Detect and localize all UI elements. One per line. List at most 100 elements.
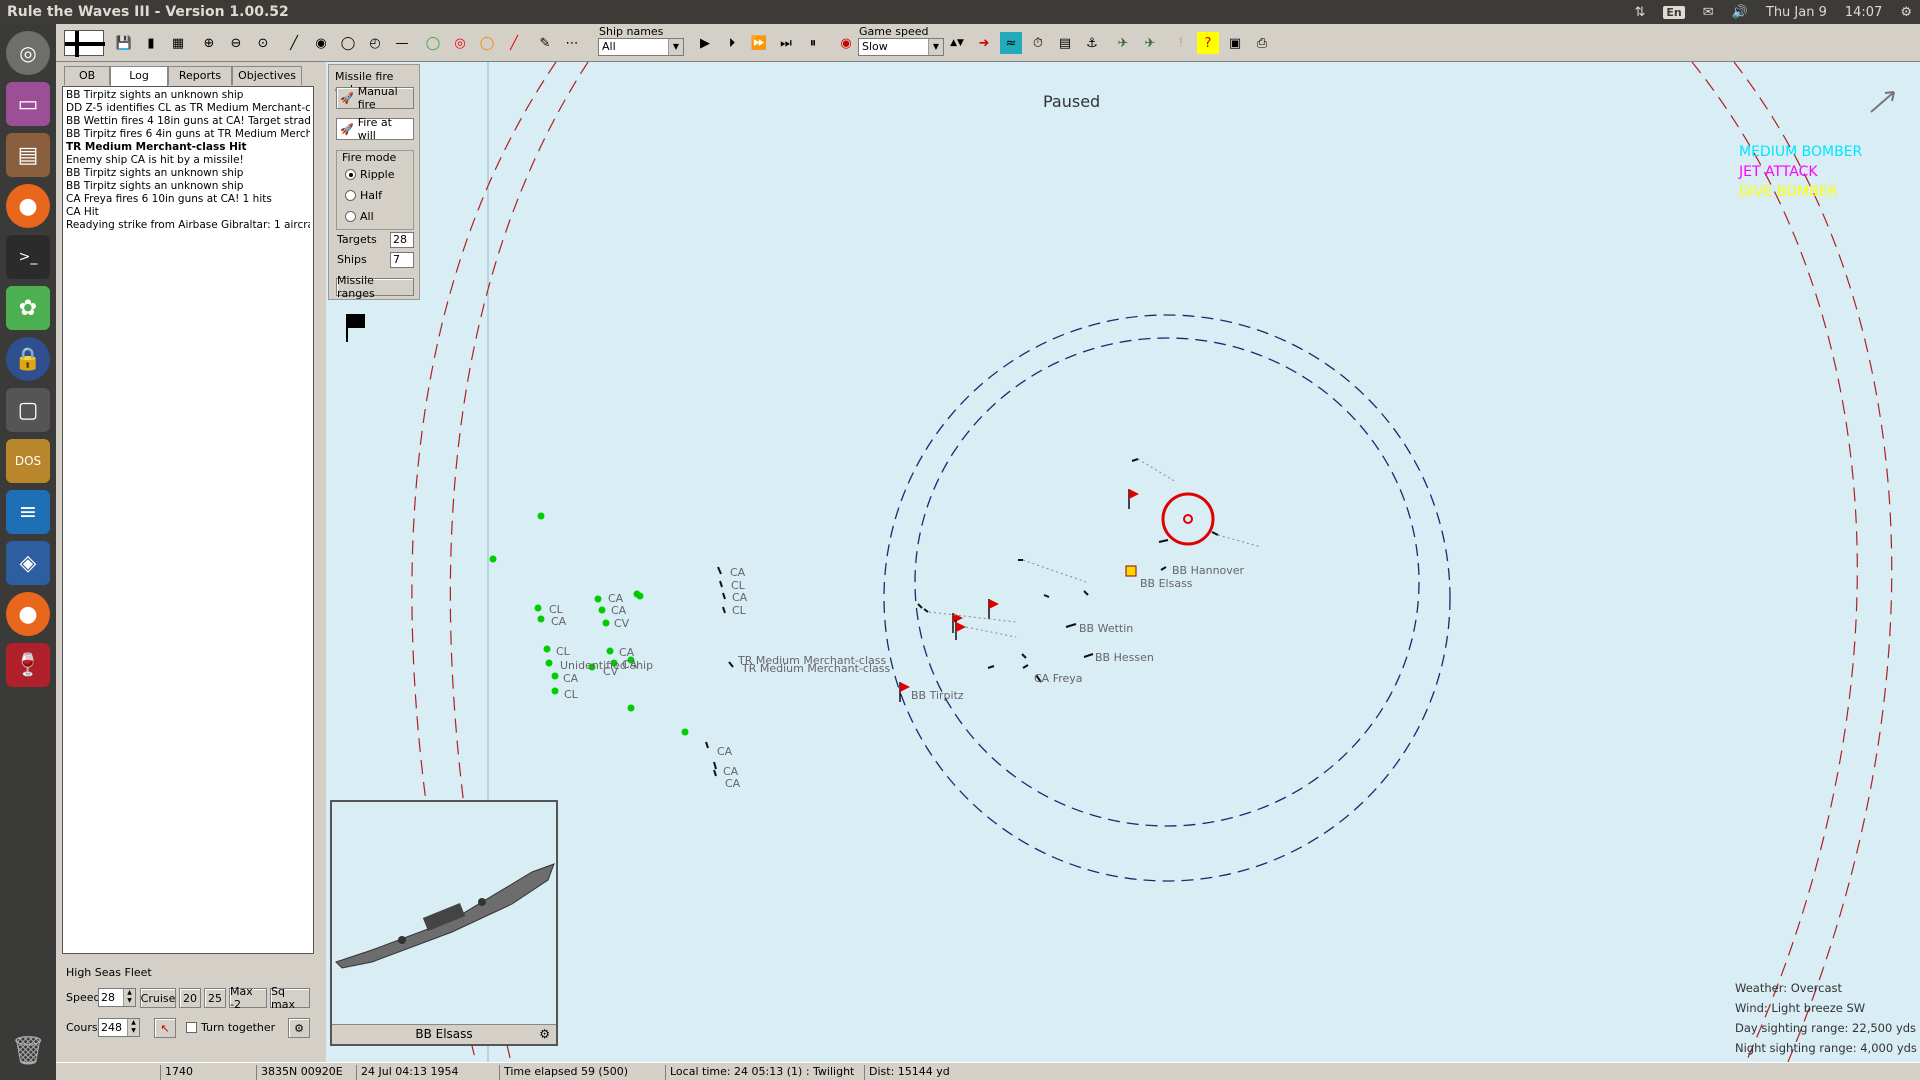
pause-icon[interactable]: ⏸: [801, 31, 825, 55]
tab-objectives[interactable]: Objectives: [232, 66, 302, 85]
status-bar: 1740 3835N 00920E 24 Jul 04:13 1954 Time…: [56, 1062, 1920, 1080]
mail-icon[interactable]: ✉: [1703, 5, 1714, 20]
dots-icon[interactable]: ⋯: [560, 31, 584, 55]
course-cursor-button[interactable]: ↖: [154, 1018, 176, 1038]
speed-label: Speed: [66, 991, 101, 1004]
ship-icon[interactable]: ⚓: [1080, 31, 1104, 55]
sea-view-icon[interactable]: ≈: [999, 31, 1023, 55]
ship-names-value: All: [602, 40, 616, 53]
tab-ob[interactable]: OB: [64, 66, 111, 85]
game-speed-select[interactable]: Slow ▼: [858, 38, 944, 56]
aircraft-icon[interactable]: ✈: [1111, 31, 1135, 55]
checkbox-icon: [186, 1022, 197, 1033]
forward-icon[interactable]: ⏩: [747, 31, 771, 55]
radio-half[interactable]: Half: [345, 189, 382, 202]
fire-at-will-button[interactable]: 🚀 Fire at will: [336, 116, 414, 142]
dosbox-icon[interactable]: DOS: [6, 439, 50, 483]
air-attack-legend: MEDIUM BOMBER JET ATTACK DIVE BOMBER: [1739, 142, 1862, 202]
ship-settings-icon[interactable]: ⚙: [539, 1025, 550, 1044]
tab-log[interactable]: Log: [110, 66, 168, 86]
gear-icon[interactable]: ⚙: [1900, 5, 1912, 20]
timer-icon[interactable]: ◴: [363, 31, 387, 55]
terminal-icon[interactable]: >_: [6, 235, 50, 279]
book-icon[interactable]: ▤: [1053, 31, 1077, 55]
status-position: 3835N 00920E: [256, 1065, 343, 1080]
workspace-icon[interactable]: ▢: [6, 388, 50, 432]
air-settings-icon[interactable]: ✈: [1138, 31, 1162, 55]
enemy-contacts[interactable]: [489, 512, 689, 736]
zoom-out-icon[interactable]: ⊖: [224, 31, 248, 55]
play-icon[interactable]: ▶: [693, 31, 717, 55]
manual-fire-button[interactable]: 🚀 Manual fire: [336, 85, 414, 111]
files-icon[interactable]: ▤: [6, 133, 50, 177]
system-tray: ⇅ En ✉ 🔊 Thu Jan 9 14:07 ⚙: [1635, 0, 1912, 24]
network-icon[interactable]: ⇅: [1635, 5, 1646, 20]
ship-view-panel: BB Elsass ⚙: [330, 800, 558, 1046]
settings-gear-button[interactable]: ⚙: [288, 1018, 310, 1038]
pen-icon[interactable]: ✎: [533, 31, 557, 55]
status-1740: 1740: [160, 1065, 193, 1080]
legend-jet-attack: JET ATTACK: [1739, 164, 1818, 180]
missile-panel: Missile fire orders 🚀Manual fire 🚀Fire a…: [328, 64, 420, 300]
help-icon[interactable]: ?: [1196, 31, 1220, 55]
clock-time[interactable]: 14:07: [1845, 5, 1882, 20]
missile-ranges-button[interactable]: Missile ranges: [336, 274, 414, 300]
ship-names-select[interactable]: All ▼: [598, 38, 684, 56]
red-line-icon[interactable]: ╱: [502, 31, 526, 55]
volume-icon[interactable]: 🔊: [1732, 5, 1748, 20]
zoom-fit-icon[interactable]: ⊙: [251, 31, 275, 55]
green-ring-icon[interactable]: ◯: [421, 31, 445, 55]
target-icon[interactable]: ◉: [834, 31, 858, 55]
alert-icon[interactable]: !: [1169, 31, 1193, 55]
battle-map[interactable]: Paused MEDIUM BOMBER JET ATTACK DIVE BOM…: [326, 62, 1920, 1062]
red-ring-icon[interactable]: ◎: [448, 31, 472, 55]
report-icon[interactable]: ▣: [1223, 31, 1247, 55]
fire-icon[interactable]: ╱: [282, 31, 306, 55]
line-icon[interactable]: —: [390, 31, 414, 55]
print-icon[interactable]: ⎙: [1250, 31, 1274, 55]
cruise-button[interactable]: Cruise: [140, 988, 176, 1008]
tab-reports[interactable]: Reports: [167, 66, 233, 85]
sq-max-button[interactable]: Sq max: [270, 985, 310, 1011]
log-entry: TR Medium Merchant-class Hit: [66, 141, 247, 153]
radio-all[interactable]: All: [345, 210, 374, 223]
wine-icon[interactable]: 🍷: [6, 643, 50, 687]
trash-icon[interactable]: 🗑: [6, 1028, 50, 1072]
fleet-flags[interactable]: [899, 489, 1139, 702]
dash-icon[interactable]: ◎: [6, 31, 50, 75]
speed-20-button[interactable]: 20: [179, 988, 201, 1008]
course-stepper[interactable]: 248 ▲ ▼: [98, 1018, 140, 1037]
panel-tabs: OB Log Reports Objectives: [64, 66, 302, 86]
turn-together-checkbox[interactable]: Turn together: [186, 1021, 275, 1034]
circle-icon[interactable]: ◯: [336, 31, 360, 55]
arrow-right-icon[interactable]: ➜: [972, 31, 996, 55]
orange-ring-icon[interactable]: ◯: [475, 31, 499, 55]
lock-icon[interactable]: 🔒: [6, 337, 50, 381]
keyboard-layout[interactable]: En: [1663, 5, 1685, 19]
exit-icon[interactable]: ▮: [139, 31, 163, 55]
max-minus-2-button[interactable]: Max -2: [229, 985, 267, 1011]
firefox-icon[interactable]: ●: [6, 184, 50, 228]
ship-info-icon[interactable]: ▦: [166, 31, 190, 55]
virtualbox-icon[interactable]: ◈: [6, 541, 50, 585]
clock-date[interactable]: Thu Jan 9: [1766, 5, 1827, 20]
stopwatch-icon[interactable]: ⏱: [1026, 31, 1050, 55]
speed-stepper[interactable]: 28 ▲ ▼: [98, 988, 136, 1007]
fast-forward-icon[interactable]: ⏭: [774, 31, 798, 55]
weather-text: Weather: Overcast: [1735, 981, 1843, 995]
sighting-arc-right-inner: [1733, 62, 1893, 1062]
firefox2-icon[interactable]: ●: [6, 592, 50, 636]
step-icon[interactable]: ⏵: [720, 31, 744, 55]
log-list[interactable]: BB Tirpitz sights an unknown ship DD Z-5…: [62, 86, 314, 954]
app-purple-icon[interactable]: ▭: [6, 82, 50, 126]
radio-ripple[interactable]: Ripple: [345, 168, 395, 181]
colorful-app-icon[interactable]: ✿: [6, 286, 50, 330]
speed-spinner-icon[interactable]: ▲▼: [945, 31, 969, 55]
writer-icon[interactable]: ≡: [6, 490, 50, 534]
fire-mode-label: Fire mode: [342, 151, 397, 164]
target-marker[interactable]: [1161, 492, 1215, 546]
save-icon[interactable]: 💾: [112, 31, 136, 55]
torpedo-icon[interactable]: ◉: [309, 31, 333, 55]
zoom-in-icon[interactable]: ⊕: [197, 31, 221, 55]
speed-25-button[interactable]: 25: [204, 988, 226, 1008]
